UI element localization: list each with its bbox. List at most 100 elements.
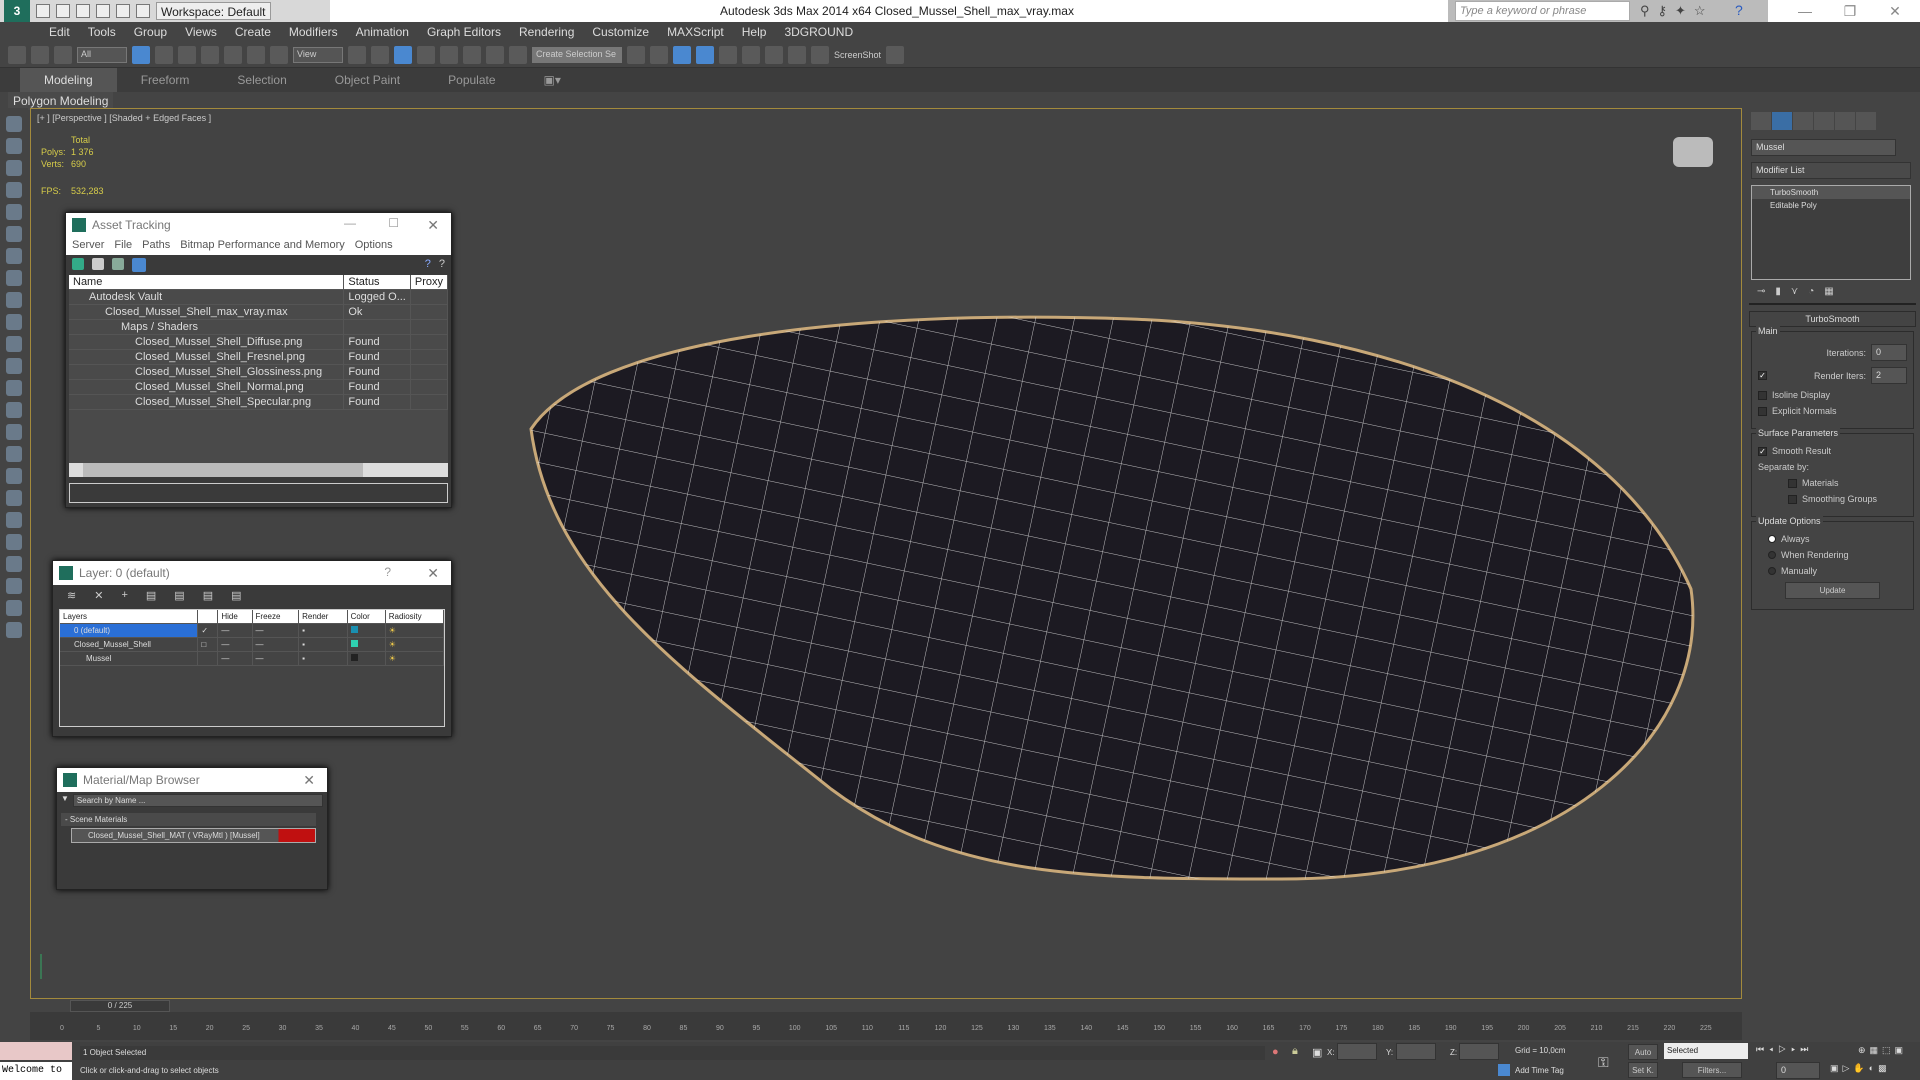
pivot-center-icon[interactable] xyxy=(348,45,366,64)
playback-controls[interactable]: ⏮◂▷▸⏭ xyxy=(1756,1044,1813,1055)
hammer-icon[interactable] xyxy=(6,578,22,594)
help-icon[interactable]: ? xyxy=(425,258,431,272)
maximize-button[interactable]: ☐ xyxy=(388,216,399,230)
close-button[interactable]: ✕ xyxy=(427,565,439,582)
percent-snap-icon[interactable] xyxy=(463,45,481,64)
absolute-mode-icon[interactable]: ▣ xyxy=(1312,1046,1322,1059)
hide-toggle[interactable]: — xyxy=(217,623,253,638)
move-icon[interactable] xyxy=(224,45,242,64)
scale-icon[interactable] xyxy=(270,45,288,64)
grid-icon[interactable] xyxy=(6,182,22,198)
menu-customize[interactable]: Customize xyxy=(583,22,658,42)
particles-icon[interactable] xyxy=(6,446,22,462)
table-view-icon[interactable] xyxy=(132,258,146,272)
x-coordinate-input[interactable] xyxy=(1337,1043,1377,1060)
tab-freeform[interactable]: Freeform xyxy=(117,68,214,92)
isolate-icon[interactable]: ● xyxy=(1272,1046,1279,1058)
menu-tools[interactable]: Tools xyxy=(79,22,125,42)
layer-color-swatch[interactable] xyxy=(347,651,386,666)
column-hide[interactable]: Hide xyxy=(217,610,253,624)
z-coordinate-input[interactable] xyxy=(1459,1043,1499,1060)
radiosity-icon[interactable]: ☀ xyxy=(385,651,445,666)
thumbnail-icon[interactable] xyxy=(112,258,124,270)
keyboard-shortcut-override-icon[interactable] xyxy=(394,45,412,64)
tab-object-paint[interactable]: Object Paint xyxy=(311,68,424,92)
render-setup-icon[interactable] xyxy=(788,45,806,64)
layer-name[interactable]: Closed_Mussel_Shell xyxy=(60,637,199,652)
column-radiosity[interactable]: Radiosity xyxy=(385,610,445,624)
bind-space-warp-icon[interactable] xyxy=(54,45,72,64)
help-icon[interactable]: ? xyxy=(1735,2,1743,18)
set-key-icon[interactable]: ⚿ xyxy=(1598,1054,1609,1071)
table-row[interactable]: Closed_Mussel_Shell_Diffuse.png Found xyxy=(69,334,449,350)
column-render[interactable]: Render xyxy=(298,610,348,624)
tab-selection[interactable]: Selection xyxy=(213,68,310,92)
light-icon[interactable] xyxy=(6,204,22,220)
table-icon[interactable] xyxy=(6,160,22,176)
menu-views[interactable]: Views xyxy=(176,22,226,42)
menu-modifiers[interactable]: Modifiers xyxy=(280,22,347,42)
selection-region-icon[interactable] xyxy=(178,45,196,64)
open-file-icon[interactable] xyxy=(56,4,70,18)
infocenter-icons[interactable]: ⚲⚷✦☆ xyxy=(1640,3,1714,19)
sphere-icon[interactable] xyxy=(6,314,22,330)
about-icon[interactable]: ? xyxy=(439,258,445,272)
list-icon[interactable] xyxy=(92,258,104,270)
minimize-button[interactable]: — xyxy=(344,216,356,230)
freeze-toggle[interactable]: — xyxy=(252,637,300,652)
stack-item-editable-poly[interactable]: Editable Poly xyxy=(1752,199,1910,212)
track-bar[interactable]: 0 5 10 15 20 25 30 35 40 45 50 55 60 65 70 75 80 85 90 95 10… xyxy=(30,1012,1742,1040)
ribbon-options-icon[interactable]: ▣▾ xyxy=(520,68,585,92)
redo-icon[interactable] xyxy=(116,4,130,18)
cylinder-icon[interactable] xyxy=(6,336,22,352)
refresh-icon[interactable] xyxy=(72,258,84,270)
key-filters-button[interactable]: Filters... xyxy=(1682,1062,1742,1078)
render-icon[interactable]: ▪ xyxy=(298,623,348,638)
menu-paths[interactable]: Paths xyxy=(142,239,170,251)
layer-titlebar[interactable]: Layer: 0 (default)? ✕ xyxy=(53,561,451,585)
stack-tools-icons[interactable]: ⊸▮⋎◔▦ xyxy=(1757,286,1908,297)
spacewarp-icon[interactable] xyxy=(6,270,22,286)
radiosity-icon[interactable]: ☀ xyxy=(385,637,445,652)
new-file-icon[interactable] xyxy=(36,4,50,18)
freeze-all-icon[interactable]: ▤ xyxy=(231,589,241,605)
manually-radio[interactable] xyxy=(1768,567,1776,575)
menu-file[interactable]: File xyxy=(114,239,132,251)
key-filter-dropdown[interactable]: Selected xyxy=(1664,1043,1748,1059)
close-button[interactable]: ✕ xyxy=(303,772,315,789)
column-color[interactable]: Color xyxy=(347,610,386,624)
save-icon[interactable] xyxy=(76,4,90,18)
layer-name[interactable]: 0 (default) xyxy=(60,623,199,638)
unlink-icon[interactable] xyxy=(31,45,49,64)
object-name[interactable]: Mussel xyxy=(60,651,199,666)
menu-options[interactable]: Options xyxy=(355,239,393,251)
current-layer-checkmark[interactable]: ✓ xyxy=(197,623,219,638)
create-tab-icon[interactable] xyxy=(1751,112,1771,130)
materials-checkbox[interactable] xyxy=(1788,478,1797,488)
render-iters-checkbox[interactable]: ✓ xyxy=(1758,371,1767,380)
menu-3dground[interactable]: 3DGROUND xyxy=(775,22,862,42)
freeze-toggle[interactable]: — xyxy=(252,651,300,666)
spinner-snap-icon[interactable] xyxy=(486,45,504,64)
window-crossing-icon[interactable] xyxy=(201,45,219,64)
screenshot-icon[interactable] xyxy=(886,45,905,64)
search-input[interactable]: Type a keyword or phrase xyxy=(1455,1,1630,21)
align-icon[interactable] xyxy=(650,45,668,64)
torus-icon[interactable] xyxy=(6,358,22,374)
object-name-input[interactable]: Mussel xyxy=(1751,139,1896,156)
lock-selection-icon[interactable]: 🔒︎ xyxy=(1292,1045,1298,1058)
box-icon[interactable] xyxy=(6,292,22,308)
table-row[interactable]: Closed_Mussel_Shell_Specular.png Found xyxy=(69,394,449,410)
layer-color-swatch[interactable] xyxy=(347,637,386,652)
iterations-spinner[interactable]: 0 xyxy=(1871,344,1907,361)
column-freeze[interactable]: Freeze xyxy=(252,610,300,624)
viewport-nav-icons[interactable]: ⊕▦⬚▣ xyxy=(1858,1045,1907,1056)
modifier-list-dropdown[interactable]: Modifier List xyxy=(1751,162,1911,179)
table-row[interactable]: Closed_Mussel_Shell_max_vray.max Ok xyxy=(69,304,449,320)
select-objects-icon[interactable]: ▤ xyxy=(146,589,156,605)
menu-maxscript[interactable]: MAXScript xyxy=(658,22,733,42)
table-row[interactable]: Closed_Mussel_Shell_Fresnel.png Found xyxy=(69,349,449,365)
create-layer-icon[interactable]: ≋ xyxy=(67,589,76,605)
column-name[interactable]: Name xyxy=(69,275,345,290)
mirror-icon[interactable] xyxy=(627,45,645,64)
